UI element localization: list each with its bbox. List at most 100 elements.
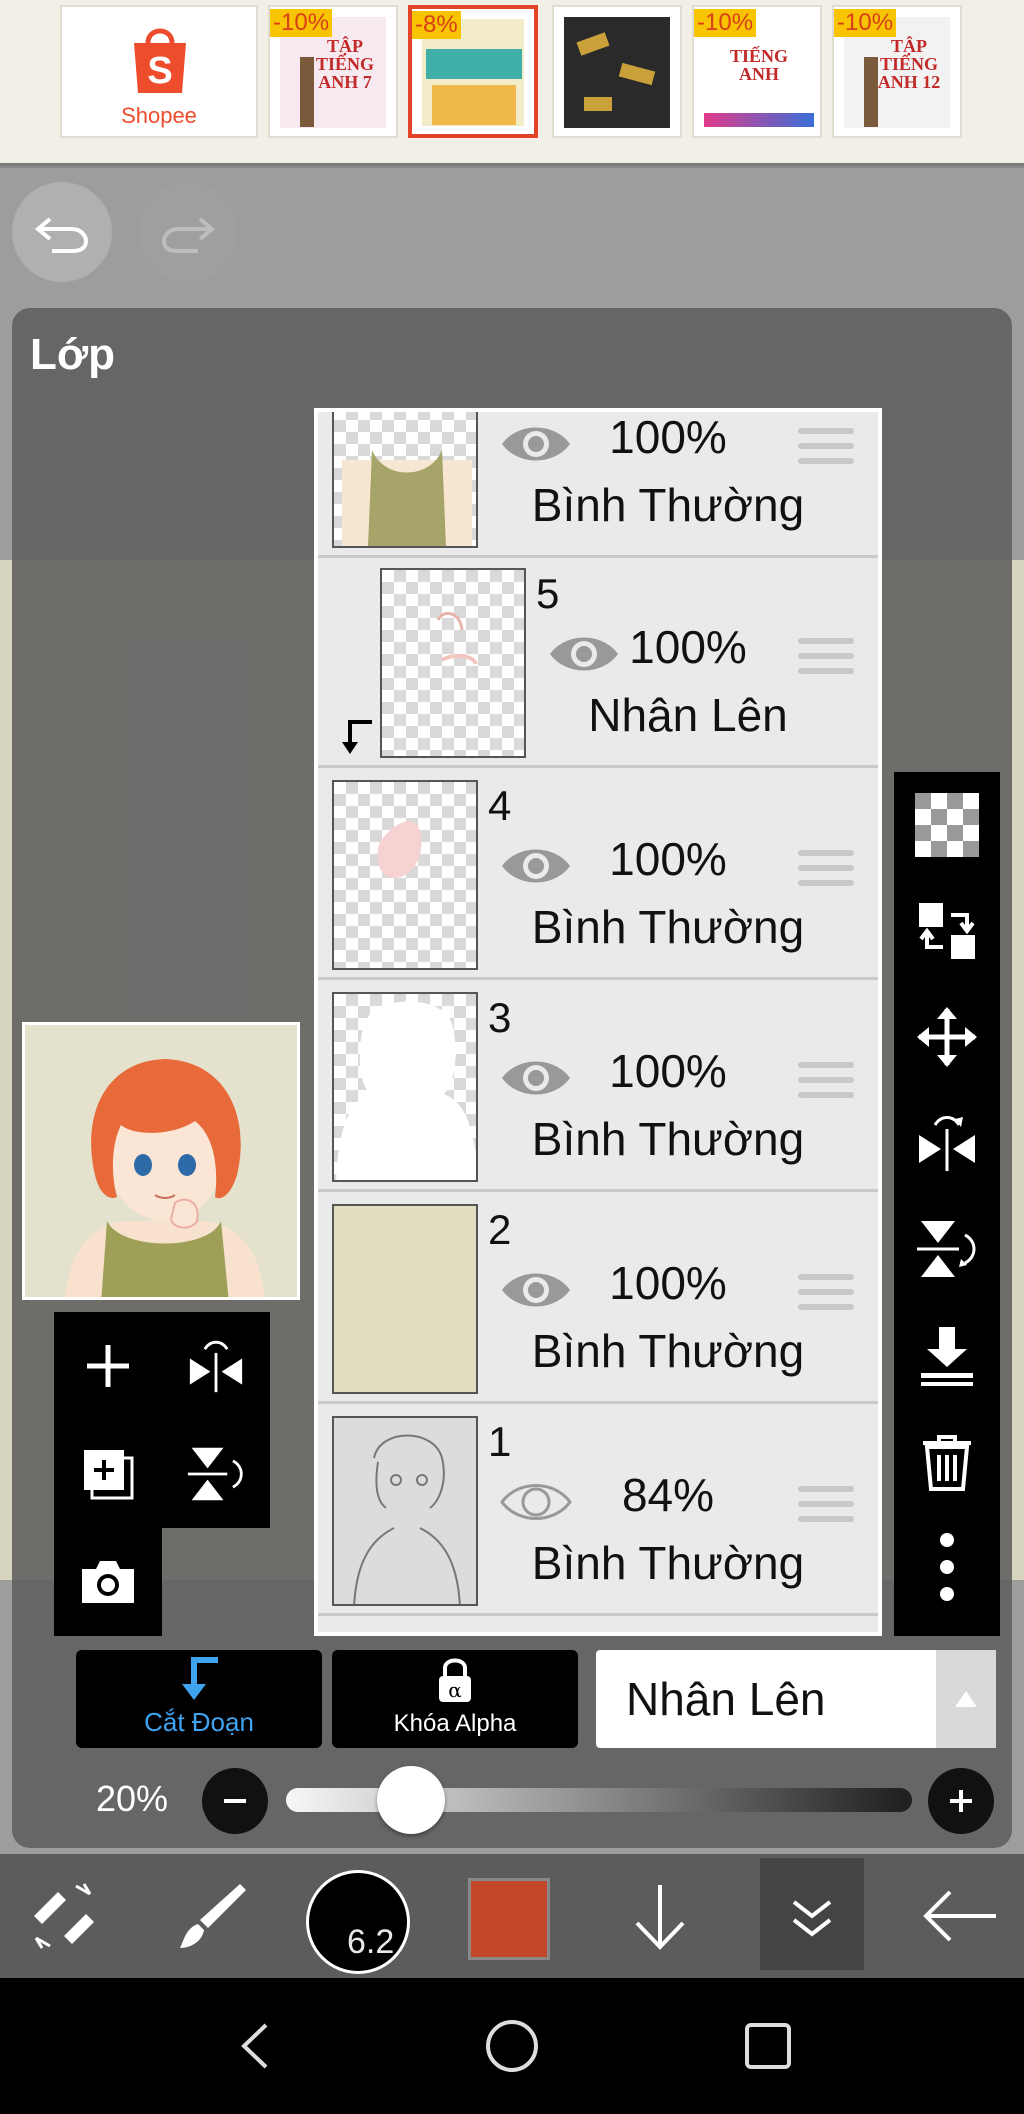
flip-layer-vertical-button[interactable] (162, 1420, 270, 1528)
camera-icon (82, 1561, 134, 1603)
flip-horizontal-icon (189, 1340, 243, 1393)
drag-handle-icon[interactable] (798, 850, 854, 890)
shopee-logo[interactable]: S Shopee (60, 5, 258, 138)
opacity-decrease-button[interactable] (202, 1768, 268, 1834)
visibility-eye-icon[interactable] (498, 1052, 574, 1104)
nav-recents-button[interactable] (728, 2006, 808, 2086)
alpha-lock-button[interactable]: α Khóa Alpha (332, 1650, 578, 1748)
layer-row[interactable]: 100% Bình Thường (318, 412, 878, 558)
discount-badge: -10% (694, 9, 757, 37)
delete-layer-button[interactable] (894, 1408, 1000, 1514)
transparency-button[interactable] (894, 772, 1000, 878)
layer-opacity: 100% (609, 1045, 727, 1097)
import-photo-button[interactable] (54, 1528, 162, 1636)
move-down-button[interactable] (596, 1854, 724, 1978)
blend-mode-select[interactable]: Nhân Lên (596, 1650, 996, 1748)
back-button[interactable] (896, 1854, 1024, 1978)
duplicate-layer-button[interactable] (54, 1420, 162, 1528)
layer-thumbnail[interactable] (332, 1416, 478, 1606)
clipping-button[interactable]: Cắt Đoạn (76, 1650, 322, 1748)
ad-product-5[interactable]: TẬP TIẾNG ANH 12 -10% (832, 5, 962, 138)
flip-layer-horizontal-button[interactable] (162, 1312, 270, 1420)
drag-handle-icon[interactable] (798, 1062, 854, 1102)
chevron-double-down-icon (792, 1900, 832, 1937)
bottom-toolbar: 6.2 (0, 1854, 1024, 1978)
visibility-eye-icon[interactable] (498, 840, 574, 892)
ad-product-1[interactable]: TẬP TIẾNG ANH 7 -10% (268, 5, 398, 138)
add-layer-button[interactable] (54, 1312, 162, 1420)
tool-swap-icon (34, 1883, 94, 1949)
undo-button[interactable] (12, 182, 112, 282)
layer-row[interactable]: 4 100% Bình Thường (318, 770, 878, 980)
flip-horizontal-button[interactable] (894, 1090, 1000, 1196)
opacity-slider-thumb[interactable] (377, 1766, 446, 1834)
ad-product-title: TẬP TIẾNG ANH 12 (877, 36, 941, 92)
merge-down-button[interactable] (894, 1302, 1000, 1408)
layer-tools-column (894, 772, 1000, 1636)
brush-tool-button[interactable] (148, 1854, 276, 1978)
minus-icon (224, 1799, 246, 1803)
layer-row[interactable]: 5 100% Nhân Lên (318, 558, 878, 768)
flip-vertical-button[interactable] (894, 1196, 1000, 1302)
layer-row[interactable]: 3 100% Bình Thường (318, 982, 878, 1192)
ad-product-title: TẬP TIẾNG ANH 7 (315, 36, 375, 92)
discount-badge: -10% (270, 9, 333, 37)
plus-icon (950, 1790, 972, 1812)
flip-horizontal-icon (919, 1116, 975, 1171)
drag-handle-icon[interactable] (798, 638, 854, 678)
layer-row[interactable]: 1 84% Bình Thường (318, 1406, 878, 1616)
layer-thumbnail[interactable] (332, 992, 478, 1182)
opacity-increase-button[interactable] (928, 1768, 994, 1834)
layer-number: 1 (488, 1418, 512, 1465)
tool-switch-button[interactable] (0, 1854, 128, 1978)
layer-thumbnail[interactable] (380, 568, 526, 758)
layer-panel-toggle[interactable] (760, 1858, 864, 1970)
merge-down-icon (921, 1327, 973, 1386)
ad-product-3[interactable] (552, 5, 682, 138)
layer-thumbnail[interactable] (332, 1204, 478, 1394)
ad-product-4[interactable]: TIẾNG ANH -10% (692, 5, 822, 138)
more-options-button[interactable] (894, 1514, 1000, 1620)
layer-opacity: 100% (629, 621, 747, 673)
move-button[interactable] (894, 984, 1000, 1090)
layer-thumbnail[interactable] (332, 412, 478, 548)
brush-size-value: 6.2 (347, 1923, 395, 1961)
checkerboard-icon (915, 793, 979, 857)
ad-product-title: TIẾNG ANH (729, 46, 789, 84)
back-chevron-icon (241, 2023, 268, 2069)
swap-layer-button[interactable] (894, 878, 1000, 984)
discount-badge: -10% (834, 9, 897, 37)
dropdown-arrow-icon[interactable] (936, 1650, 996, 1748)
redo-icon (161, 217, 216, 253)
shopee-label: Shopee (121, 103, 197, 128)
move-icon (917, 1007, 977, 1067)
brush-size-indicator[interactable]: 6.2 (306, 1870, 410, 1974)
layer-thumbnail[interactable] (332, 780, 478, 970)
character-preview-image (25, 1025, 297, 1297)
layer-blend-mode: Nhân Lên (588, 689, 788, 741)
app-root: S Shopee TẬP TIẾNG ANH 7 -10% -8% TIẾNG … (0, 0, 1024, 2114)
drag-handle-icon[interactable] (798, 1486, 854, 1526)
layer-opacity: 84% (621, 1469, 715, 1521)
layer-row[interactable]: 2 100% Bình Thường (318, 1194, 878, 1404)
canvas-preview[interactable] (22, 1022, 300, 1300)
visibility-eye-icon[interactable] (498, 418, 574, 470)
color-swatch[interactable] (468, 1878, 550, 1960)
layer-list[interactable]: 100% Bình Thường 5 100% Nhân Lên 4 100% … (314, 408, 882, 1636)
more-vertical-icon (940, 1533, 954, 1601)
visibility-eye-icon[interactable] (498, 1476, 574, 1528)
ad-banner[interactable]: S Shopee TẬP TIẾNG ANH 7 -10% -8% TIẾNG … (0, 0, 1024, 166)
arrow-down-icon (635, 1885, 685, 1950)
clipping-label: Cắt Đoạn (144, 1707, 254, 1737)
lock-icon: α (439, 1658, 471, 1702)
nav-home-button[interactable] (472, 2006, 552, 2086)
flip-vertical-icon (917, 1221, 976, 1277)
layer-blend-mode: Bình Thường (531, 901, 805, 953)
drag-handle-icon[interactable] (798, 1274, 854, 1314)
drag-handle-icon[interactable] (798, 428, 854, 468)
ad-product-2[interactable]: -8% (408, 5, 538, 138)
nav-back-button[interactable] (216, 2006, 296, 2086)
visibility-eye-icon[interactable] (498, 1264, 574, 1316)
svg-text:S: S (147, 50, 172, 92)
redo-button[interactable] (138, 182, 238, 282)
